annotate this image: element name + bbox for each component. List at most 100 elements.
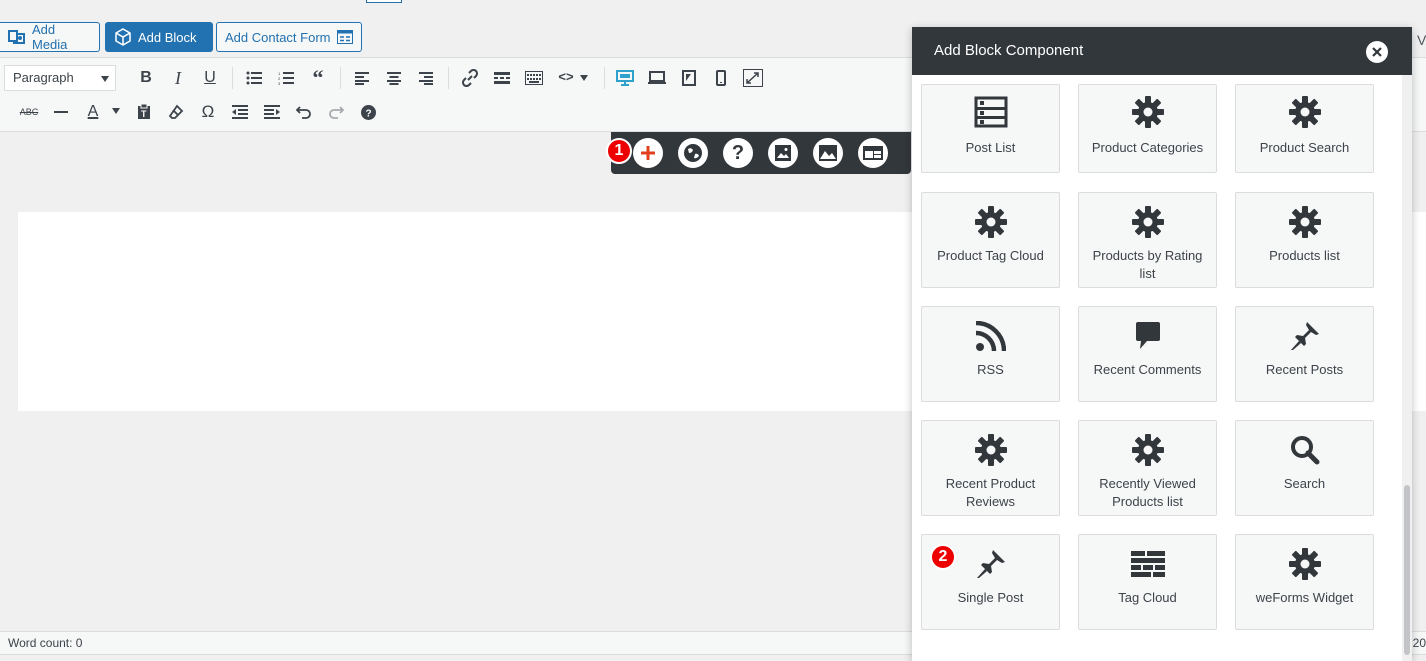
- component-card-recently-viewed-products[interactable]: Recently Viewed Products list: [1078, 420, 1217, 516]
- special-character-icon[interactable]: Ω: [194, 98, 222, 126]
- laptop-view-icon[interactable]: [643, 64, 671, 92]
- rss-icon: [974, 319, 1008, 353]
- component-card-product-search[interactable]: Product Search: [1235, 84, 1374, 173]
- search-icon: [1288, 433, 1322, 467]
- toolbar-separator: [448, 67, 449, 89]
- chevron-down-icon[interactable]: [112, 108, 120, 114]
- help-icon[interactable]: ?: [354, 98, 382, 126]
- component-label: Product Tag Cloud: [937, 248, 1044, 263]
- add-block-button[interactable]: Add Block: [105, 22, 213, 52]
- add-contact-form-button[interactable]: Add Contact Form: [216, 22, 362, 52]
- tag-cloud-icon: [1130, 547, 1165, 581]
- undo-icon[interactable]: [290, 98, 318, 126]
- paste-text-icon[interactable]: T: [130, 98, 158, 126]
- step-badge: 2: [930, 544, 956, 570]
- component-card-product-categories[interactable]: Product Categories: [1078, 84, 1217, 173]
- bold-icon[interactable]: B: [132, 64, 160, 92]
- image-button[interactable]: [768, 138, 798, 168]
- component-label: Post List: [965, 140, 1016, 155]
- redo-icon[interactable]: [322, 98, 350, 126]
- component-card-recent-posts[interactable]: Recent Posts: [1235, 306, 1374, 402]
- outdent-icon[interactable]: [226, 98, 254, 126]
- align-right-icon[interactable]: [412, 64, 440, 92]
- component-card-recent-comments[interactable]: Recent Comments: [1078, 306, 1217, 402]
- link-icon[interactable]: [456, 64, 484, 92]
- component-card-recent-product-reviews[interactable]: Recent Product Reviews: [921, 420, 1060, 516]
- modal-header: Add Block Component: [912, 27, 1412, 75]
- component-label: Product Search: [1259, 140, 1350, 155]
- component-card-products-by-rating[interactable]: Products by Rating list: [1078, 192, 1217, 288]
- media-icon: [8, 29, 26, 45]
- code-icon[interactable]: <>: [552, 62, 580, 90]
- desktop-view-icon[interactable]: [611, 64, 639, 92]
- comment-icon: [1131, 319, 1165, 353]
- component-label: Products by Rating list: [1092, 248, 1203, 281]
- add-contact-form-label: Add Contact Form: [225, 29, 331, 45]
- clear-formatting-icon[interactable]: [162, 98, 190, 126]
- component-card-weforms-widget[interactable]: weForms Widget: [1235, 534, 1374, 630]
- horizontal-line-icon[interactable]: [47, 98, 75, 126]
- form-table-icon: [336, 30, 353, 44]
- indent-icon[interactable]: [258, 98, 286, 126]
- plus-icon: [641, 146, 655, 160]
- component-label: Single Post: [957, 590, 1024, 605]
- strikethrough-icon[interactable]: ABC: [15, 98, 43, 126]
- scrollbar-thumb[interactable]: [1404, 485, 1410, 655]
- toolbar-separator: [340, 67, 341, 89]
- globe-button[interactable]: [678, 138, 708, 168]
- align-center-icon[interactable]: [380, 64, 408, 92]
- landscape-button[interactable]: [813, 138, 843, 168]
- status-right-text: 20: [1412, 636, 1426, 650]
- component-card-post-list[interactable]: Post List: [921, 84, 1060, 173]
- component-label: Recent Posts: [1265, 362, 1344, 377]
- component-card-tag-cloud[interactable]: Tag Cloud: [1078, 534, 1217, 630]
- gear-icon: [1131, 205, 1165, 239]
- underline-icon[interactable]: U: [196, 64, 224, 92]
- numbered-list-icon[interactable]: 123: [272, 64, 300, 92]
- globe-icon: [684, 144, 702, 162]
- pin-icon: [974, 547, 1008, 581]
- svg-text:?: ?: [365, 108, 371, 119]
- gear-icon: [1131, 95, 1165, 129]
- component-card-rss[interactable]: RSS: [921, 306, 1060, 402]
- text-color-icon[interactable]: A: [79, 98, 107, 126]
- add-block-component-modal: Add Block Component Post List Product Ca…: [912, 27, 1412, 661]
- chevron-down-icon[interactable]: [580, 75, 588, 81]
- bullet-list-icon[interactable]: [240, 64, 268, 92]
- format-select[interactable]: Paragraph: [4, 65, 116, 91]
- format-select-value: Paragraph: [13, 70, 74, 85]
- gear-icon: [1288, 547, 1322, 581]
- component-label: Product Categories: [1091, 140, 1204, 155]
- component-label: weForms Widget: [1255, 590, 1354, 605]
- fullscreen-icon[interactable]: [739, 64, 767, 92]
- layout-button[interactable]: [858, 138, 888, 168]
- component-label: Recently Viewed Products list: [1099, 476, 1196, 509]
- landscape-icon: [819, 145, 837, 161]
- svg-text:T: T: [141, 109, 147, 119]
- close-button[interactable]: [1366, 41, 1388, 63]
- component-card-products-list[interactable]: Products list: [1235, 192, 1374, 288]
- read-more-icon[interactable]: [488, 64, 516, 92]
- image-icon: [775, 145, 791, 161]
- add-block-plus-button[interactable]: [633, 138, 663, 168]
- add-media-label: Add Media: [32, 22, 68, 52]
- close-icon: [1372, 47, 1382, 57]
- gear-icon: [1131, 433, 1165, 467]
- italic-icon[interactable]: I: [164, 64, 192, 92]
- blockquote-icon[interactable]: “: [304, 64, 332, 92]
- gear-icon: [1288, 95, 1322, 129]
- align-left-icon[interactable]: [348, 64, 376, 92]
- step-badge: 1: [606, 138, 632, 164]
- tablet-view-icon[interactable]: [675, 64, 703, 92]
- gear-icon: [1288, 205, 1322, 239]
- mobile-view-icon[interactable]: [707, 64, 735, 92]
- add-media-button[interactable]: Add Media: [0, 22, 100, 52]
- toolbar-toggle-icon[interactable]: [520, 64, 548, 92]
- component-card-search[interactable]: Search: [1235, 420, 1374, 516]
- component-label: Products list: [1269, 248, 1340, 263]
- question-button[interactable]: ?: [723, 138, 753, 168]
- modal-scrollbar[interactable]: [1402, 75, 1412, 661]
- component-label: Recent Product Reviews: [945, 476, 1036, 509]
- floating-block-toolbar: ?: [611, 132, 911, 174]
- component-card-product-tag-cloud[interactable]: Product Tag Cloud: [921, 192, 1060, 288]
